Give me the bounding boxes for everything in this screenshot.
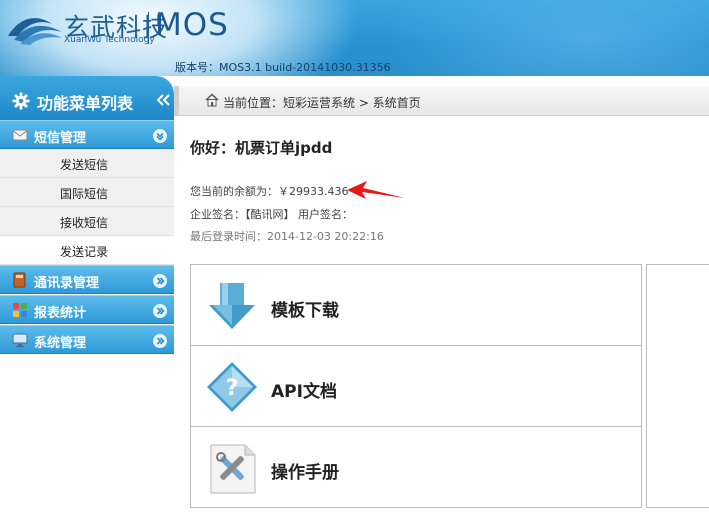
sidebar-item-label: 国际短信 bbox=[60, 187, 109, 201]
quick-links-panel: 模板下载 ? API文档 操作手册 bbox=[190, 264, 642, 508]
xuanwu-logo-icon bbox=[8, 18, 62, 45]
envelope-icon bbox=[12, 129, 28, 141]
chevron-right-icon[interactable] bbox=[153, 304, 167, 318]
right-side-panel bbox=[646, 264, 709, 508]
report-grid-icon bbox=[13, 303, 27, 317]
menu-group-reports[interactable]: 报表统计 bbox=[0, 295, 174, 324]
menu-group-label: 通讯录管理 bbox=[34, 276, 100, 291]
menu-group-label: 报表统计 bbox=[34, 306, 87, 321]
sidebar-title-bar: 功能菜单列表 bbox=[0, 76, 174, 120]
menu-group-contacts[interactable]: 通讯录管理 bbox=[0, 265, 174, 294]
brand-name-en: XuanWu Technology bbox=[64, 35, 155, 45]
logo-divider bbox=[148, 12, 149, 44]
red-pointer-arrow-icon bbox=[347, 181, 405, 199]
address-book-icon bbox=[13, 272, 26, 288]
sidebar-title: 功能菜单列表 bbox=[37, 94, 134, 113]
balance-text: 您当前的余额为：￥29933.436 bbox=[190, 185, 349, 198]
sidebar-item-send-records[interactable]: 发送记录 bbox=[0, 236, 174, 265]
monitor-icon bbox=[12, 333, 28, 348]
header-glow-secondary bbox=[380, 0, 709, 76]
card-template-download[interactable]: 模板下载 bbox=[191, 265, 641, 346]
breadcrumb: 当前位置：短彩运营系统 > 系统首页 bbox=[174, 86, 709, 116]
svg-text:?: ? bbox=[226, 376, 239, 401]
sidebar-item-label: 发送短信 bbox=[60, 158, 109, 172]
sidebar: 功能菜单列表 短信管理 发送短信 国际短信 接收短信 发送记录 通讯录管理 报表… bbox=[0, 76, 174, 523]
menu-group-sms[interactable]: 短信管理 bbox=[0, 120, 174, 149]
card-label: 操作手册 bbox=[271, 463, 339, 483]
breadcrumb-gutter bbox=[174, 86, 179, 116]
product-name: MOS bbox=[155, 7, 229, 43]
sidebar-item-intl-sms[interactable]: 国际短信 bbox=[0, 178, 174, 207]
signature-text: 企业签名：【酷讯网】 用户签名： bbox=[190, 208, 353, 221]
chevron-right-icon[interactable] bbox=[153, 334, 167, 348]
menu-group-system[interactable]: 系统管理 bbox=[0, 325, 174, 354]
menu-group-label: 短信管理 bbox=[34, 131, 87, 146]
menu-group-label: 系统管理 bbox=[34, 336, 87, 351]
home-icon bbox=[205, 93, 219, 107]
card-user-manual[interactable]: 操作手册 bbox=[191, 427, 641, 508]
download-arrow-icon bbox=[209, 283, 255, 329]
breadcrumb-text: 当前位置：短彩运营系统 > 系统首页 bbox=[223, 96, 421, 110]
card-label: API文档 bbox=[271, 382, 337, 402]
app-header: 玄武科技 XuanWu Technology MOS 版本号：MOS3.1 bu… bbox=[0, 0, 709, 76]
last-login-text: 最后登录时间：2014-12-03 20:22:16 bbox=[190, 230, 384, 243]
question-diamond-icon: ? bbox=[207, 362, 257, 412]
gear-icon bbox=[12, 92, 30, 110]
version-label: 版本号：MOS3.1 build-20141030.31356 bbox=[175, 61, 391, 74]
tools-manual-icon bbox=[210, 444, 256, 494]
sidebar-item-label: 发送记录 bbox=[60, 245, 109, 259]
sidebar-item-send-sms[interactable]: 发送短信 bbox=[0, 149, 174, 178]
card-label: 模板下载 bbox=[271, 301, 339, 321]
chevron-right-icon[interactable] bbox=[153, 274, 167, 288]
sidebar-item-label: 接收短信 bbox=[60, 216, 109, 230]
card-api-docs[interactable]: ? API文档 bbox=[191, 346, 641, 427]
sidebar-item-receive-sms[interactable]: 接收短信 bbox=[0, 207, 174, 236]
greeting: 你好：机票订单jpdd bbox=[190, 139, 333, 157]
collapse-sidebar-icon[interactable] bbox=[156, 94, 172, 106]
chevron-down-icon[interactable] bbox=[153, 129, 167, 143]
